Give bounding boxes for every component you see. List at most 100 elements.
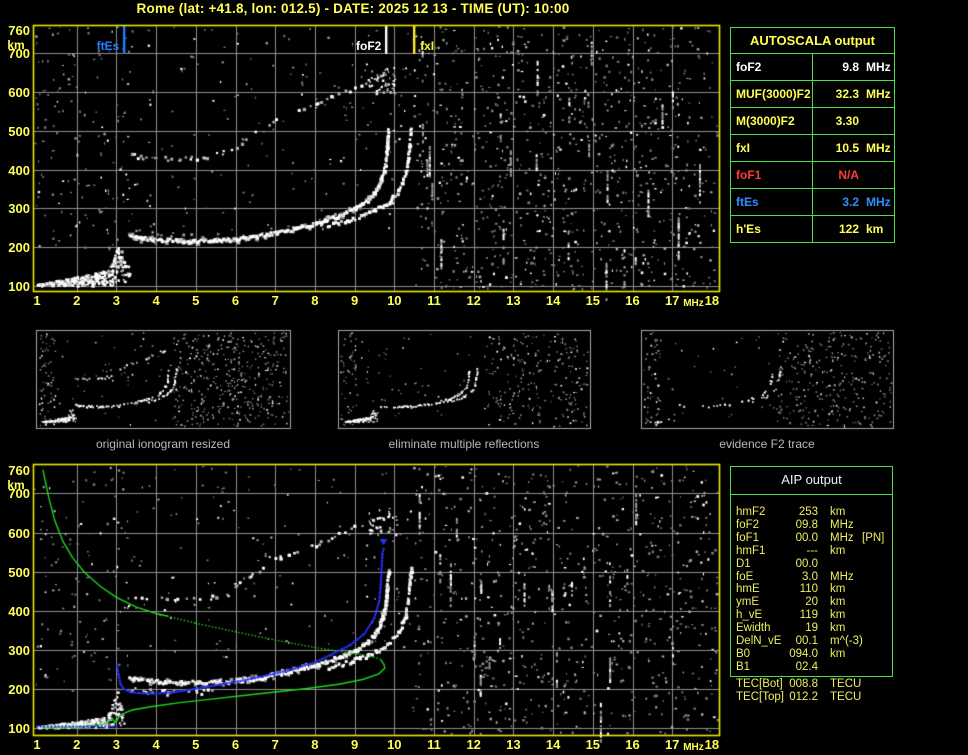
aip-row-foF1: foF100.0MHz[PN] bbox=[730, 532, 893, 545]
x-axis-tick: 11 bbox=[421, 293, 447, 308]
autoscala-output-table: AUTOSCALA output foF29.8MHzMUF(3000)F232… bbox=[730, 27, 895, 243]
aip-table-title: AIP output bbox=[730, 472, 893, 487]
param-unit: TECU bbox=[830, 691, 861, 704]
param-note: [PN] bbox=[862, 532, 884, 545]
param-unit: MHz bbox=[830, 519, 854, 532]
param-value: 00.0 bbox=[768, 532, 818, 545]
x-axis-tick: 10 bbox=[381, 737, 407, 752]
x-axis-tick: 12 bbox=[461, 737, 487, 752]
param-value: 122 bbox=[813, 216, 859, 242]
param-value: 3.2 bbox=[813, 189, 859, 215]
y-axis-tick: 760 bbox=[0, 463, 30, 478]
x-axis-tick: 13 bbox=[500, 293, 526, 308]
y-axis-tick: 200 bbox=[0, 240, 30, 255]
y-axis-tick: 600 bbox=[0, 85, 30, 100]
param-value: 253 bbox=[768, 506, 818, 519]
param-unit: MHz bbox=[866, 81, 891, 107]
param-value: --- bbox=[768, 545, 818, 558]
marker-label-fof2: foF2 bbox=[331, 39, 381, 53]
aip-row-DelN_vE: DelN_vE00.1m^(-3) bbox=[730, 635, 893, 648]
y-axis-tick: 100 bbox=[0, 721, 30, 736]
x-axis-tick: 2 bbox=[64, 293, 90, 308]
x-axis-tick: 5 bbox=[183, 293, 209, 308]
x-axis-tick: 7 bbox=[262, 737, 288, 752]
param-value: 20 bbox=[768, 596, 818, 609]
x-axis-tick: 14 bbox=[540, 293, 566, 308]
param-value: 9.8 bbox=[813, 54, 859, 80]
param-unit: km bbox=[830, 596, 845, 609]
param-value: 094.0 bbox=[768, 648, 818, 661]
param-label: B0 bbox=[736, 648, 750, 661]
param-unit: km bbox=[866, 216, 883, 242]
x-axis-tick: 5 bbox=[183, 737, 209, 752]
y-axis-tick: 300 bbox=[0, 643, 30, 658]
param-label: Ewidth bbox=[736, 622, 771, 635]
ionogram-app-window: Rome (lat: +41.8, lon: 012.5) - DATE: 20… bbox=[0, 0, 968, 755]
panel-caption-evidence: evidence F2 trace bbox=[641, 437, 893, 451]
autoscala-row-foF2: foF29.8MHz bbox=[731, 54, 894, 81]
autoscala-row-MUF(3000)F2: MUF(3000)F232.3 MHz bbox=[731, 81, 894, 108]
x-axis-tick: 10 bbox=[381, 293, 407, 308]
y-axis-tick: 760 bbox=[0, 23, 30, 38]
param-value: 012.2 bbox=[768, 691, 818, 704]
y-axis-tick: 600 bbox=[0, 526, 30, 541]
autoscala-row-M(3000)F2: M(3000)F23.30 bbox=[731, 108, 894, 135]
param-unit: km bbox=[830, 506, 845, 519]
param-label: hmF1 bbox=[736, 545, 765, 558]
aip-row-foF2: foF209.8MHz bbox=[730, 519, 893, 532]
autoscala-row-foF1: foF1N/A bbox=[731, 162, 894, 189]
param-unit: MHz bbox=[830, 532, 854, 545]
x-axis-tick: 8 bbox=[302, 293, 328, 308]
aip-row-hmE: hmE110km bbox=[730, 583, 893, 596]
param-value: 00.1 bbox=[768, 635, 818, 648]
aip-row-B0: B0 094.0 km bbox=[730, 648, 893, 661]
param-label: fxI bbox=[731, 135, 813, 161]
param-label: foE bbox=[736, 571, 753, 584]
marker-label-ftes: ftEs bbox=[69, 39, 119, 53]
param-value: 32.3 bbox=[813, 81, 859, 107]
x-axis-tick: 1 bbox=[24, 737, 50, 752]
aip-row-TEC[Top]: TEC[Top]012.2TECU bbox=[730, 691, 893, 704]
y-axis-unit-label: km bbox=[2, 478, 30, 492]
x-axis-tick: 9 bbox=[342, 737, 368, 752]
param-unit: MHz bbox=[830, 571, 854, 584]
param-label: foF1 bbox=[731, 162, 813, 188]
page-title: Rome (lat: +41.8, lon: 012.5) - DATE: 20… bbox=[33, 1, 673, 16]
aip-row-h_vE: h_vE119km bbox=[730, 609, 893, 622]
x-axis-tick: 1 bbox=[24, 293, 50, 308]
param-unit: km bbox=[830, 648, 845, 661]
y-axis-tick: 400 bbox=[0, 604, 30, 619]
autoscala-row-ftEs: ftEs3.2MHz bbox=[731, 189, 894, 216]
param-label: B1 bbox=[736, 661, 750, 674]
x-axis-tick: 11 bbox=[421, 737, 447, 752]
y-axis-tick: 500 bbox=[0, 124, 30, 139]
param-label: MUF(3000)F2 bbox=[731, 81, 813, 107]
x-axis-unit-label: MHz bbox=[683, 298, 704, 309]
param-label: h'Es bbox=[731, 216, 813, 242]
aip-row-D1: D100.0 bbox=[730, 558, 893, 571]
marker-label-fxi: fxI bbox=[420, 39, 470, 53]
param-label: hmF2 bbox=[736, 506, 765, 519]
autoscala-row-fxI: fxI10.5MHz bbox=[731, 135, 894, 162]
panel-caption-eliminate: eliminate multiple reflections bbox=[338, 437, 590, 451]
aip-row-B1: B102.4 bbox=[730, 661, 893, 674]
x-axis-tick: 16 bbox=[620, 737, 646, 752]
param-value: 19 bbox=[768, 622, 818, 635]
param-value: N/A bbox=[813, 162, 859, 188]
param-value: 10.5 bbox=[813, 135, 859, 161]
x-axis-tick: 3 bbox=[103, 737, 129, 752]
x-axis-tick: 14 bbox=[540, 737, 566, 752]
param-value: 110 bbox=[768, 583, 818, 596]
x-axis-tick: 4 bbox=[143, 737, 169, 752]
x-axis-unit-label: MHz bbox=[683, 742, 704, 753]
param-value: 09.8 bbox=[768, 519, 818, 532]
param-label: ymE bbox=[736, 596, 759, 609]
y-axis-tick: 200 bbox=[0, 682, 30, 697]
param-unit: MHz bbox=[866, 189, 891, 215]
param-value: 00.0 bbox=[768, 558, 818, 571]
x-axis-tick: 8 bbox=[302, 737, 328, 752]
param-unit: m^(-3) bbox=[830, 635, 863, 648]
param-label: foF2 bbox=[731, 54, 813, 80]
x-axis-tick: 3 bbox=[103, 293, 129, 308]
y-axis-tick: 400 bbox=[0, 163, 30, 178]
